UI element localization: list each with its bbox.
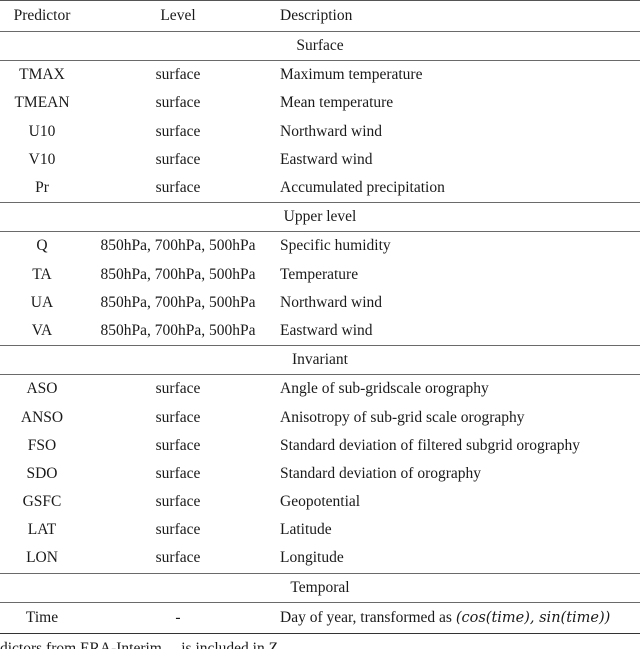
level-cell: surface [155,122,201,140]
level-cell: - [84,602,272,634]
description-cell: Maximum temperature [280,66,423,84]
predictor-cell: LON [26,549,58,567]
table-row: ANSO surface Anisotropy of sub-grid scale … [0,403,640,431]
level-cell: surface [155,521,201,539]
level-cell: surface [155,66,201,84]
table-row: V10 surface Eastward wind [0,146,640,174]
description-cell: Angle of sub-gridscale orography [280,380,489,398]
header-predictor: Predictor [0,0,84,32]
table-row: VA 850hPa, 700hPa, 500hPa Eastward wind [0,317,640,346]
level-cell: 850hPa, 700hPa, 500hPa [100,293,256,311]
level-cell: surface [155,94,201,112]
group-header-row: Surface [0,30,640,62]
group-title-cell: Invariant [0,345,640,376]
level-cell: 850hPa, 700hPa, 500hPa [100,321,256,339]
level-cell: 850hPa, 700hPa, 500hPa [100,265,256,283]
group-title-cell: Temporal [0,572,640,603]
table-row: Pr surface Accumulated precipitation [0,174,640,203]
group-title: Surface [296,37,344,55]
table-row: TMEAN surface Mean temperature [0,89,640,117]
level-cell: 850hPa, 700hPa, 500hPa [100,237,256,255]
predictor-cell: TMEAN [14,94,70,112]
group-header-row: Upper level [0,202,640,233]
table-row: Time - Day of year, transformed as (cos(ti… [0,602,640,634]
predictor-cell: V10 [28,150,56,168]
predictor-cell: FSO [27,436,57,454]
description-cell: Day of year, transformed as (cos(time), … [272,602,640,634]
predictor-cell: GSFC [22,493,62,511]
description-cell: Northward wind [280,293,383,311]
description-cell: Latitude [280,521,332,539]
description-cell: Standard deviation of orography [280,464,482,482]
description-cell: Anisotropy of sub-grid scale orography [280,408,525,426]
group-title-cell: Surface [0,30,640,62]
predictor-cell: LAT [27,521,57,539]
description-cell: Northward wind [280,122,383,140]
table-row: FSO surface Standard deviation of filtered… [0,432,640,460]
group-header-row: Temporal [0,572,640,603]
predictor-cell: ASO [26,380,58,398]
description-cell: Temperature [280,265,359,283]
table-row: U10 surface Northward wind [0,118,640,146]
predictor-cell: VA [31,321,53,339]
table-header-row: Predictor Level Description [0,0,640,32]
table-row: SDO surface Standard deviation of orograph… [0,460,640,488]
level-cell: surface [155,464,201,482]
predictor-cell: U10 [28,122,56,140]
table-row: UA 850hPa, 700hPa, 500hPa Northward wind [0,289,640,317]
level-cell: surface [155,436,201,454]
predictor-cell: Q [36,237,48,255]
header-description: Description [272,0,640,32]
group-title: Upper level [283,208,357,226]
predictor-cell: SDO [26,464,58,482]
group-title: Invariant [292,351,348,369]
level-cell: surface [155,408,201,426]
group-title: Temporal [290,578,350,596]
description-cell: Accumulated precipitation [280,179,445,197]
table-row: LON surface Longitude [0,544,640,573]
header-level: Level [84,0,272,32]
caption-text: dictors from ERA-Interim ... is included… [0,640,290,649]
predictor-cell: TA [32,265,52,283]
description-cell: Mean temperature [280,94,394,112]
level-cell: surface [155,380,201,398]
table-row: LAT surface Latitude [0,516,640,544]
level-cell: surface [155,150,201,168]
predictor-cell: Pr [35,179,49,197]
description-cell: Longitude [280,549,344,567]
predictor-cell: UA [30,293,54,311]
table-row: ASO surface Angle of sub-gridscale orograp… [0,375,640,404]
description-text: Day of year, transformed as [280,608,456,626]
description-cell: Eastward wind [280,321,373,339]
group-header-row: Invariant [0,345,640,376]
predictor-table: Predictor Level Description Surface TMAX s… [0,0,640,634]
group-title-cell: Upper level [0,202,640,233]
table-row: TMAX surface Maximum temperature [0,61,640,90]
table-row: Q 850hPa, 700hPa, 500hPa Specific humidity [0,232,640,261]
predictor-cell: TMAX [19,66,65,84]
level-cell: surface [155,493,201,511]
predictor-table-container: Predictor Level Description Surface TMAX s… [0,0,640,634]
predictor-cell: Time [0,602,84,634]
description-cell: Geopotential [280,493,361,511]
level-cell: surface [155,549,201,567]
table-caption-partial: dictors from ERA-Interim ... is included… [0,640,640,649]
description-cell: Eastward wind [280,150,373,168]
table-body: Surface TMAX surface Maximum temperature TME… [0,30,640,634]
description-cell: Specific humidity [280,237,391,255]
predictor-cell: ANSO [20,408,64,426]
description-math-formula: (cos(time), sin(time)) [455,609,611,626]
description-cell: Standard deviation of filtered subgrid o… [280,436,581,454]
table-row: TA 850hPa, 700hPa, 500hPa Temperature [0,261,640,289]
table-row: GSFC surface Geopotential [0,488,640,516]
level-cell: surface [155,179,201,197]
